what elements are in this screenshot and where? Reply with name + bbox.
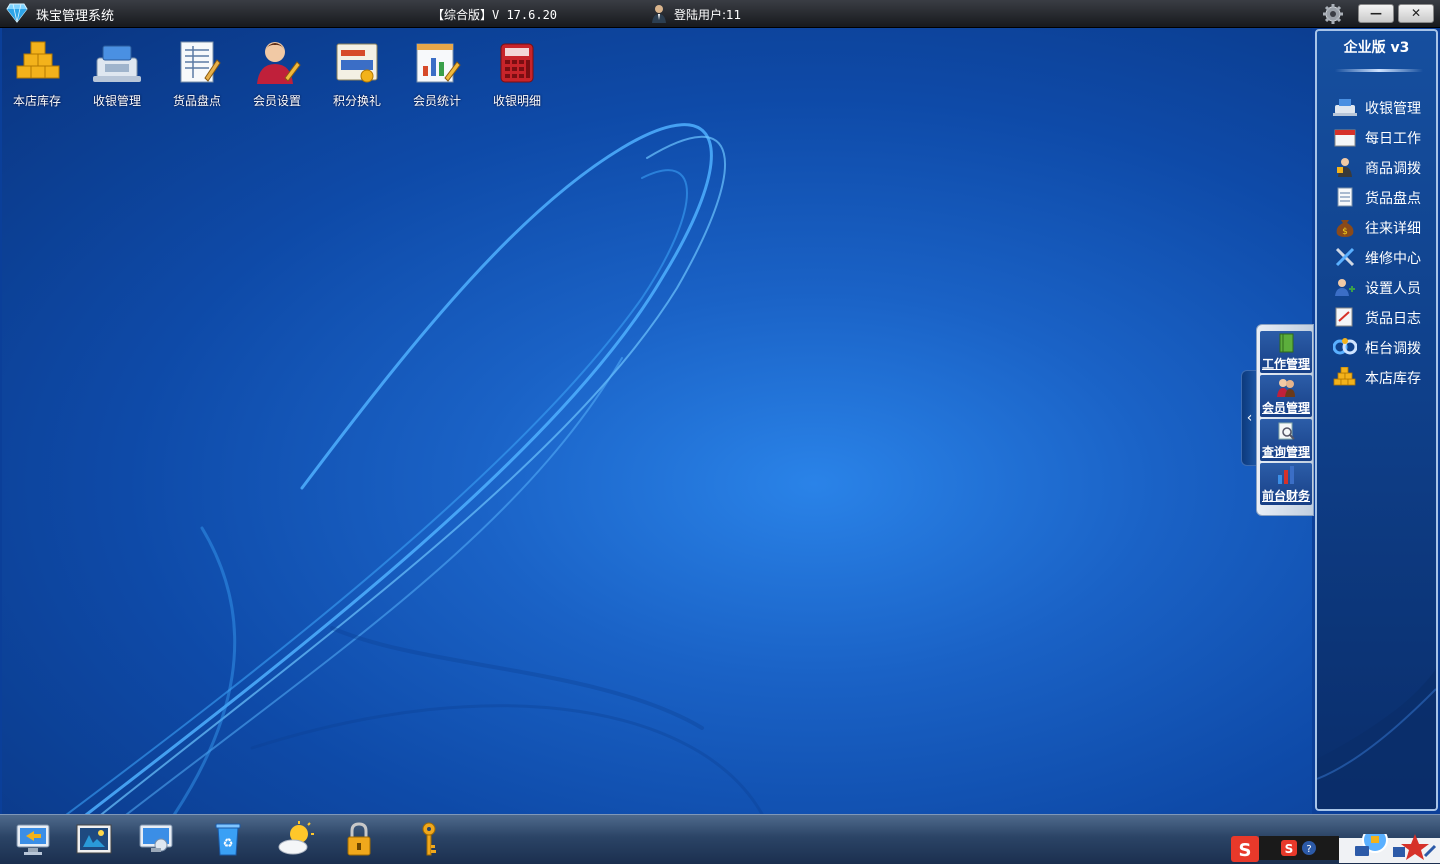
tab-member-management[interactable]: 会员管理 xyxy=(1260,375,1312,417)
sidebar-item-daily-work[interactable]: 每日工作 xyxy=(1333,125,1436,149)
desktop-icon-label: 会员设置 xyxy=(252,94,301,108)
log-icon xyxy=(1335,307,1353,327)
login-user-label: 登陆用户:11 xyxy=(674,8,742,22)
sidebar-item-account-detail[interactable]: $ 往来详细 xyxy=(1333,215,1436,239)
tab-label: 工作管理 xyxy=(1261,357,1310,371)
sidebar-item-label: 维修中心 xyxy=(1365,251,1421,267)
side-tab-panel: 工作管理 会员管理 查询管理 前台财务 xyxy=(1256,324,1314,516)
points-gift-icon xyxy=(336,43,378,83)
sidebar-item-repair-center[interactable]: 维修中心 xyxy=(1333,245,1436,269)
taskbar: ♻ xyxy=(0,814,1440,864)
sidebar-wave-decoration xyxy=(1317,669,1436,809)
desktop-icon-points-gift[interactable]: 积分换礼 xyxy=(322,38,392,109)
svg-text:S: S xyxy=(1239,840,1252,861)
svg-text:?: ? xyxy=(1306,844,1311,855)
gold-coins-icon xyxy=(16,41,60,79)
cash-register-icon xyxy=(1333,99,1357,116)
sidebar-item-goods-log[interactable]: 货品日志 xyxy=(1333,305,1436,329)
desktop-icon-label: 会员统计 xyxy=(412,94,461,108)
desktop-icon-label: 货品盘点 xyxy=(172,94,221,108)
system-tray: S S ? xyxy=(1231,834,1440,863)
sidebar-item-label: 往来详细 xyxy=(1365,221,1421,237)
tab-label: 查询管理 xyxy=(1261,445,1310,459)
recycle-bin-icon[interactable]: ♻ xyxy=(209,821,247,857)
counter-transfer-icon xyxy=(1333,338,1357,355)
sidebar-item-inventory[interactable]: 货品盘点 xyxy=(1333,185,1436,209)
desktop-icon-store-stock[interactable]: 本店库存 xyxy=(2,38,72,109)
tab-work-management[interactable]: 工作管理 xyxy=(1260,331,1312,373)
sidebar-item-set-staff[interactable]: 设置人员 xyxy=(1333,275,1436,299)
cash-register-icon xyxy=(93,45,141,82)
sidebar-item-label: 商品调拨 xyxy=(1365,161,1421,177)
desktop-icon-label: 收银明细 xyxy=(492,94,541,108)
inventory-sheet-icon xyxy=(1337,187,1353,207)
app-title: 珠宝管理系统 xyxy=(36,9,115,24)
key-icon[interactable] xyxy=(410,821,448,857)
svg-text:♻: ♻ xyxy=(223,836,234,850)
finance-chart-icon xyxy=(1278,466,1294,484)
sidebar-item-label: 收银管理 xyxy=(1365,101,1421,117)
sidebar-item-goods-transfer[interactable]: 商品调拨 xyxy=(1333,155,1436,179)
right-sidebar: 企业版 v3 收银管理 每日工作 商品调拨 货品盘点 $ 往来详细 维修中心 设… xyxy=(1315,29,1438,811)
member-user-icon xyxy=(257,42,301,84)
divider xyxy=(1335,69,1423,72)
sidebar-item-cashier[interactable]: 收银管理 xyxy=(1333,95,1436,119)
weather-icon[interactable] xyxy=(277,821,315,857)
desktop-icon-member-settings[interactable]: 会员设置 xyxy=(242,38,312,109)
monitor-back-icon[interactable] xyxy=(14,821,52,857)
tab-label: 前台财务 xyxy=(1261,489,1310,503)
sidebar-item-label: 柜台调拨 xyxy=(1365,341,1421,357)
desktop-icon-cashier[interactable]: 收银管理 xyxy=(82,38,152,109)
sidebar-item-counter-transfer[interactable]: 柜台调拨 xyxy=(1333,335,1436,359)
desktop-icon-label: 收银管理 xyxy=(92,94,141,108)
svg-text:S: S xyxy=(1285,842,1294,856)
sidebar-item-store-stock[interactable]: 本店库存 xyxy=(1333,365,1436,389)
desktop-icon-label: 本店库存 xyxy=(12,94,61,108)
member-stats-icon xyxy=(416,43,461,83)
tab-query-management[interactable]: 查询管理 xyxy=(1260,419,1312,461)
calculator-icon xyxy=(500,43,534,83)
sidebar-item-label: 货品日志 xyxy=(1365,311,1421,327)
minimize-button[interactable]: — xyxy=(1358,4,1394,23)
tab-label: 会员管理 xyxy=(1261,401,1310,415)
picture-icon[interactable] xyxy=(75,821,113,857)
repair-tools-icon xyxy=(1335,247,1355,267)
chevron-left-icon: ‹ xyxy=(1246,410,1253,426)
members-icon xyxy=(1277,379,1295,397)
desktop-icon-inventory[interactable]: 货品盘点 xyxy=(162,38,232,109)
desktop-icon-member-stats[interactable]: 会员统计 xyxy=(402,38,472,109)
calendar-icon xyxy=(1334,129,1356,147)
add-user-icon xyxy=(1335,279,1355,296)
sidebar-item-label: 货品盘点 xyxy=(1365,191,1421,207)
desktop-area: 本店库存 收银管理 货品盘点 会员设置 积分换礼 会员统计 收银明细 xyxy=(2,28,1312,814)
background-swoosh-decoration xyxy=(65,123,764,814)
query-icon xyxy=(1278,422,1295,440)
transfer-icon xyxy=(1337,158,1352,177)
sidebar-item-label: 每日工作 xyxy=(1365,131,1421,147)
desktop-icon-label: 积分换礼 xyxy=(332,94,381,108)
gear-icon[interactable] xyxy=(1322,3,1344,25)
svg-text:$: $ xyxy=(1342,227,1348,237)
money-bag-icon: $ xyxy=(1336,220,1354,237)
inventory-sheet-icon xyxy=(180,41,221,83)
title-bar: 珠宝管理系统 【综合版】V 17.6.20 登陆用户:11 — ✕ xyxy=(0,0,1440,28)
gold-coins-icon xyxy=(1333,367,1356,386)
version-label: 【综合版】V 17.6.20 xyxy=(432,8,558,22)
sidebar-item-label: 设置人员 xyxy=(1365,281,1421,297)
close-button[interactable]: ✕ xyxy=(1398,4,1434,23)
desktop-icon-cashier-detail[interactable]: 收银明细 xyxy=(482,38,552,109)
screen-icon[interactable] xyxy=(137,821,175,857)
sidebar-item-label: 本店库存 xyxy=(1365,371,1421,387)
user-avatar-icon xyxy=(652,5,666,23)
collapse-sidebar-button[interactable]: ‹ xyxy=(1241,370,1257,466)
edition-label: 企业版 v3 xyxy=(1343,40,1410,56)
lock-icon[interactable] xyxy=(340,821,378,857)
diamond-logo-icon xyxy=(6,3,28,23)
tab-front-finance[interactable]: 前台财务 xyxy=(1260,463,1312,505)
notebook-icon xyxy=(1279,333,1294,353)
